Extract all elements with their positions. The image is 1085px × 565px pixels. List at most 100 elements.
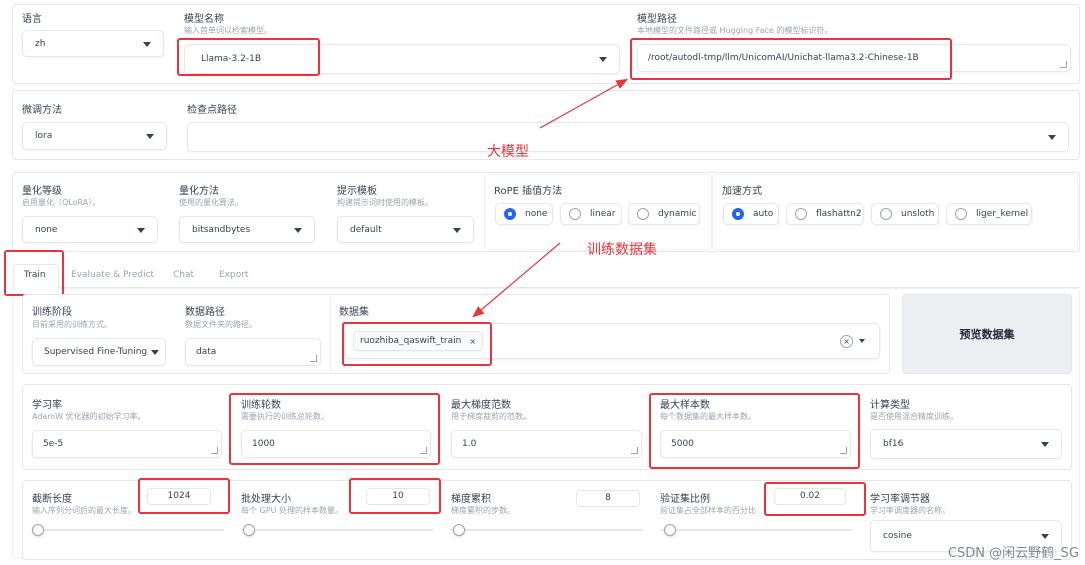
chevron-down-icon bbox=[151, 350, 159, 355]
batch-size-slider-thumb[interactable] bbox=[243, 524, 255, 536]
chevron-down-icon bbox=[146, 134, 154, 139]
compute-type-dropdown[interactable]: bf16 bbox=[870, 429, 1062, 459]
language-label: 语言 bbox=[22, 14, 42, 25]
model-path-input[interactable]: /root/autodl-tmp/llm/UnicomAI/Unichat-ll… bbox=[637, 44, 1071, 72]
dataset-multiselect[interactable]: ruozhiba_qaswift_train × × bbox=[344, 323, 880, 359]
stage-dropdown[interactable]: Supervised Fine-Tuning bbox=[32, 338, 166, 366]
preview-dataset-button[interactable]: 预览数据集 bbox=[902, 294, 1072, 374]
model-path-label: 模型路径 bbox=[637, 14, 677, 25]
val-size-input[interactable]: 0.02 bbox=[774, 488, 846, 505]
rope-option-label: dynamic bbox=[658, 209, 697, 219]
cutoff-len-desc: 输入序列分词后的最大长度。 bbox=[32, 506, 136, 515]
max-grad-norm-value: 1.0 bbox=[462, 439, 477, 449]
dataset-dir-value: data bbox=[196, 347, 217, 357]
model-annotation: 大模型 bbox=[487, 144, 529, 160]
language-dropdown[interactable]: zh bbox=[22, 30, 164, 57]
batch-size-track[interactable] bbox=[241, 529, 433, 531]
val-size-label: 验证集比例 bbox=[660, 494, 710, 505]
cutoff-len-slider-thumb[interactable] bbox=[32, 524, 44, 536]
tab-bar bbox=[12, 287, 1080, 288]
radio-circle-icon bbox=[569, 208, 581, 220]
stage-label: 训练阶段 bbox=[32, 307, 72, 318]
dataset-annotation: 训练数据集 bbox=[587, 242, 657, 258]
chevron-down-icon bbox=[143, 41, 151, 47]
preview-dataset-label: 预览数据集 bbox=[959, 328, 1015, 341]
checkpoint-dropdown[interactable] bbox=[187, 122, 1069, 152]
model-name-label: 模型名称 bbox=[184, 14, 224, 25]
resize-handle-icon[interactable] bbox=[840, 447, 847, 454]
dataset-dir-desc: 数据文件夹的路径。 bbox=[185, 320, 257, 329]
dataset-dir-input[interactable]: data bbox=[185, 338, 321, 366]
language-value: zh bbox=[35, 38, 46, 49]
rope-option-linear[interactable]: linear bbox=[560, 203, 622, 225]
tab-export[interactable]: Export bbox=[219, 270, 248, 280]
compute-type-desc: 是否使用混合精度训练。 bbox=[870, 412, 958, 421]
val-size-slider-thumb[interactable] bbox=[664, 524, 676, 536]
accel-option-label: unsloth bbox=[901, 209, 935, 219]
model-path-value: /root/autodl-tmp/llm/UnicomAI/Unichat-ll… bbox=[648, 53, 919, 63]
quant-method-dropdown[interactable]: bitsandbytes bbox=[179, 216, 315, 243]
max-samples-input[interactable]: 5000 bbox=[660, 430, 851, 458]
radio-circle-icon bbox=[880, 208, 892, 220]
rope-option-none[interactable]: none bbox=[495, 203, 553, 225]
template-desc: 构建提示词时使用的模板。 bbox=[337, 198, 433, 207]
dataset-chip[interactable]: ruozhiba_qaswift_train × bbox=[353, 331, 484, 351]
learning-rate-input[interactable]: 5e-5 bbox=[32, 430, 222, 458]
batch-size-input[interactable]: 10 bbox=[366, 488, 430, 505]
dataset-chip-label: ruozhiba_qaswift_train bbox=[360, 336, 462, 346]
chevron-down-icon bbox=[294, 227, 302, 233]
accel-option-auto[interactable]: auto bbox=[723, 203, 779, 225]
grad-accum-slider-thumb[interactable] bbox=[453, 524, 465, 536]
epochs-input[interactable]: 1000 bbox=[241, 430, 431, 458]
chevron-down-icon bbox=[137, 227, 145, 233]
val-size-track[interactable] bbox=[660, 529, 852, 531]
finetune-method-dropdown[interactable]: lora bbox=[22, 122, 167, 150]
accel-option-label: flashattn2 bbox=[816, 209, 862, 219]
tab-train-label: Train bbox=[24, 270, 46, 280]
checkpoint-label: 检查点路径 bbox=[187, 105, 237, 116]
batch-size-desc: 每个 GPU 处理的样本数量。 bbox=[241, 506, 343, 515]
max-grad-norm-input[interactable]: 1.0 bbox=[451, 430, 642, 458]
radio-circle-icon bbox=[504, 208, 516, 220]
rope-option-dynamic[interactable]: dynamic bbox=[628, 203, 700, 225]
quant-method-value: bitsandbytes bbox=[192, 224, 251, 235]
rope-option-label: none bbox=[525, 209, 548, 219]
resize-handle-icon[interactable] bbox=[631, 447, 638, 454]
model-path-desc: 本地模型的文件路径或 Hugging Face 的模型标识符。 bbox=[637, 26, 833, 35]
accel-option-unsloth[interactable]: unsloth bbox=[871, 203, 939, 225]
template-dropdown[interactable]: default bbox=[337, 216, 474, 243]
resize-handle-icon[interactable] bbox=[211, 447, 218, 454]
accel-option-liger-kernel[interactable]: liger_kernel bbox=[946, 203, 1032, 225]
lr-scheduler-value: cosine bbox=[883, 531, 912, 541]
radio-circle-icon bbox=[955, 208, 967, 220]
model-name-dropdown[interactable]: Llama-3.2-1B bbox=[184, 44, 620, 74]
resize-handle-icon[interactable] bbox=[310, 355, 317, 362]
rope-option-label: linear bbox=[590, 209, 616, 219]
resize-handle-icon[interactable] bbox=[420, 447, 427, 454]
tab-evaluate[interactable]: Evaluate & Predict bbox=[71, 270, 154, 280]
accel-option-flashattn2[interactable]: flashattn2 bbox=[786, 203, 864, 225]
finetune-method-label: 微调方法 bbox=[22, 105, 62, 116]
epochs-desc: 需要执行的训练总轮数。 bbox=[241, 412, 329, 421]
quant-method-desc: 使用的量化算法。 bbox=[179, 198, 243, 207]
quant-bit-dropdown[interactable]: none bbox=[22, 216, 158, 243]
accel-option-label: liger_kernel bbox=[976, 209, 1029, 219]
lr-scheduler-desc: 学习率调度器的名称。 bbox=[870, 506, 950, 515]
grad-accum-track[interactable] bbox=[451, 529, 643, 531]
grad-accum-desc: 梯度累积的步数。 bbox=[451, 506, 515, 515]
cutoff-len-input[interactable]: 1024 bbox=[147, 488, 211, 505]
radio-circle-icon bbox=[795, 208, 807, 220]
grad-accum-input[interactable]: 8 bbox=[576, 490, 640, 507]
quant-bit-desc: 启用量化（QLoRA）。 bbox=[22, 198, 101, 207]
learning-rate-label: 学习率 bbox=[32, 400, 62, 411]
tab-chat[interactable]: Chat bbox=[173, 270, 194, 280]
cutoff-len-label: 截断长度 bbox=[32, 494, 72, 505]
resize-handle-icon[interactable] bbox=[1060, 61, 1067, 68]
chevron-down-icon bbox=[1048, 135, 1056, 140]
clear-icon[interactable]: × bbox=[840, 335, 853, 348]
template-value: default bbox=[350, 224, 382, 235]
chevron-down-icon bbox=[859, 339, 865, 343]
remove-chip-icon[interactable]: × bbox=[469, 337, 476, 346]
stage-desc: 目前采用的训练方式。 bbox=[32, 320, 112, 329]
cutoff-len-track[interactable] bbox=[32, 529, 224, 531]
